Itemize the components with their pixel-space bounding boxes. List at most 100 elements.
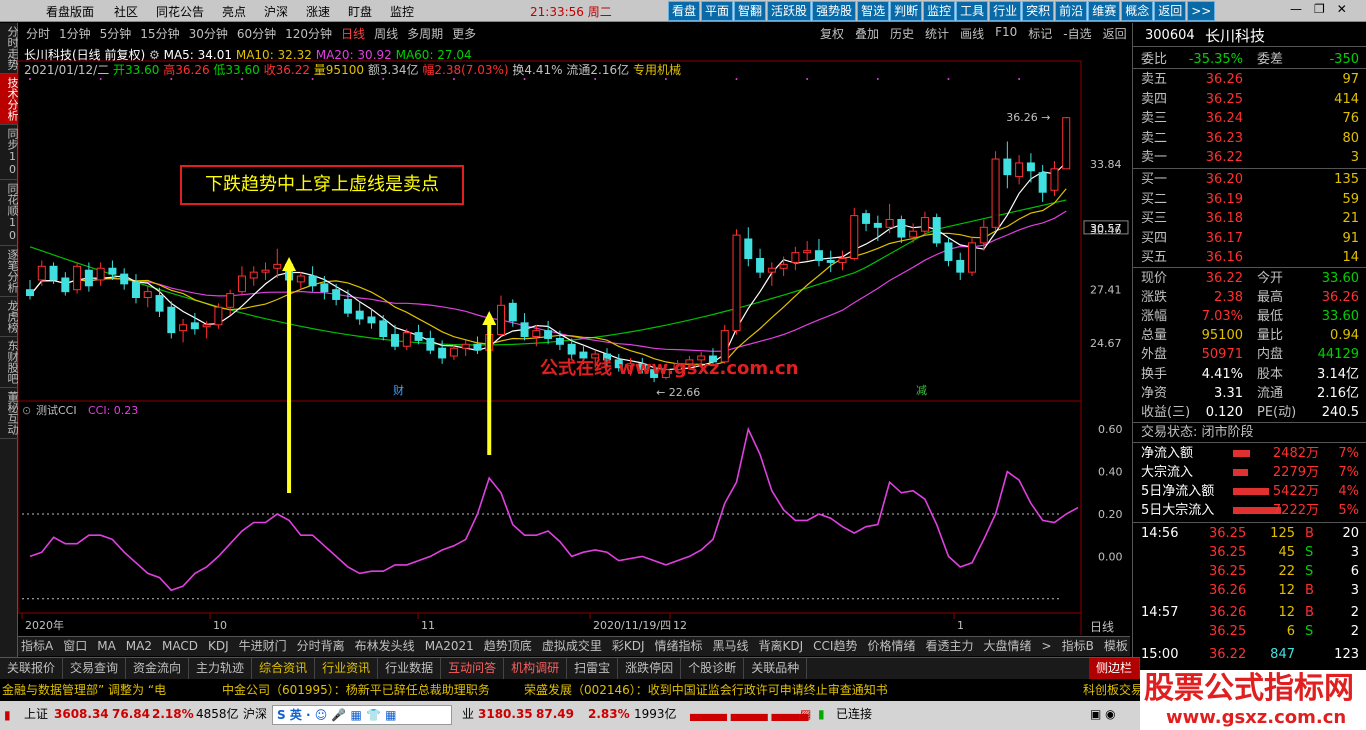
info-tab[interactable]: 涨跌停因	[618, 658, 682, 679]
indicator-tab[interactable]: 窗口	[63, 637, 87, 656]
period-tab[interactable]: 60分钟	[237, 25, 276, 42]
book-row[interactable]: 卖一 36.22 3	[1133, 148, 1366, 167]
period-tab[interactable]: 5分钟	[100, 25, 132, 42]
book-row[interactable]: 买三 36.18 21	[1133, 209, 1366, 228]
indicator-tab[interactable]: KDJ	[208, 637, 229, 656]
news-item[interactable]: 中金公司（601995）：杨新平已辞任总裁助理职务	[222, 680, 490, 700]
indicator-tab[interactable]: 牛进财门	[239, 637, 287, 656]
period-tab[interactable]: 30分钟	[189, 25, 228, 42]
info-tab[interactable]: 个股诊断	[681, 658, 745, 679]
chart-icon[interactable]: ▨	[800, 701, 811, 728]
book-row[interactable]: 买二 36.19 59	[1133, 190, 1366, 209]
book-row[interactable]: 买一 36.20 135	[1133, 170, 1366, 189]
chart-menu-item[interactable]: 统计	[925, 25, 949, 42]
restore-icon[interactable]: ❐	[1314, 2, 1325, 16]
toolbar-button[interactable]: 判断	[890, 1, 923, 21]
chart-menu-item[interactable]: 叠加	[855, 25, 879, 42]
close-icon[interactable]: ✕	[1337, 2, 1347, 16]
ime-toolbar[interactable]: S 英 · ☺ 🎤 ▦ 👕 ▦	[272, 705, 452, 725]
info-tab[interactable]: 机构调研	[504, 658, 568, 679]
left-nav-item[interactable]: 同花顺10	[0, 180, 19, 246]
indicator-tab[interactable]: 虚拟成交里	[542, 637, 602, 656]
toolbar-button[interactable]: 看盘	[668, 1, 701, 21]
indicator-tab[interactable]: MACD	[162, 637, 198, 656]
event-mark[interactable]: 财	[393, 383, 404, 397]
indicator-tab[interactable]: 价格情绪	[867, 637, 915, 656]
chart-menu-item[interactable]: 复权	[820, 25, 844, 42]
chart-menu-item[interactable]: F10	[995, 25, 1017, 42]
news-item[interactable]: 荣盛发展（002146）：收到中国证监会行政许可申请终止审查通知书	[524, 680, 888, 700]
toolbar-button[interactable]: >>	[1187, 1, 1216, 21]
toolbar-button[interactable]: 平面	[701, 1, 734, 21]
menu-item[interactable]: 监控	[390, 3, 414, 20]
chart-menu-item[interactable]: 画线	[960, 25, 984, 42]
menu-item[interactable]: 亮点	[222, 3, 246, 20]
info-tab[interactable]: 行业资讯	[315, 658, 379, 679]
tray-icon[interactable]: ▣ ◉	[1090, 701, 1116, 728]
period-tab[interactable]: 1分钟	[59, 25, 91, 42]
toolbar-button[interactable]: 智翻	[734, 1, 767, 21]
menu-item[interactable]: 沪深	[264, 3, 288, 20]
left-nav-item[interactable]: 技术分析	[0, 74, 19, 125]
period-tab[interactable]: 多周期	[407, 25, 443, 42]
period-tab[interactable]: 日线	[341, 25, 365, 42]
left-nav-item[interactable]: 分时走势	[0, 23, 19, 74]
left-nav-item[interactable]: 龙虎榜	[0, 297, 19, 337]
indicator-tab[interactable]: 彩KDJ	[612, 637, 645, 656]
indicator-tab[interactable]: 趋势顶底	[484, 637, 532, 656]
book-row[interactable]: 买四 36.17 91	[1133, 229, 1366, 248]
indicator-tab[interactable]: 看透主力	[926, 637, 974, 656]
indicator-tab[interactable]: MA	[97, 637, 116, 656]
menu-item[interactable]: 盯盘	[348, 3, 372, 20]
indicator-tab[interactable]: 黑马线	[713, 637, 749, 656]
period-tab[interactable]: 周线	[374, 25, 398, 42]
toolbar-button[interactable]: 强势股	[812, 1, 857, 21]
toolbar-button[interactable]: 智选	[857, 1, 890, 21]
info-tab[interactable]: 主力轨迹	[189, 658, 253, 679]
chart-menu-item[interactable]: -自选	[1063, 25, 1091, 42]
indicator-tab[interactable]: 背离KDJ	[759, 637, 804, 656]
toolbar-button[interactable]: 返回	[1154, 1, 1187, 21]
info-tab[interactable]: 综合资讯	[252, 658, 316, 679]
indicator-tab[interactable]: 模板	[1104, 637, 1128, 656]
news-item[interactable]: 科创板交易	[1083, 680, 1143, 700]
menu-item[interactable]: 涨速	[306, 3, 330, 20]
collapse-icon[interactable]: ⊙	[22, 404, 31, 417]
info-tab[interactable]: 资金流向	[126, 658, 190, 679]
indicator-tab[interactable]: CCI趋势	[813, 637, 857, 656]
left-nav-item[interactable]: 逐笔分析	[0, 246, 19, 297]
info-tab[interactable]: 关联品种	[744, 658, 808, 679]
book-row[interactable]: 卖三 36.24 76	[1133, 109, 1366, 128]
toolbar-button[interactable]: 行业	[989, 1, 1022, 21]
period-tab[interactable]: 分时	[26, 25, 50, 42]
info-tab[interactable]: 扫雷宝	[567, 658, 619, 679]
menu-item[interactable]: 社区	[114, 3, 138, 20]
info-tab[interactable]: 交易查询	[63, 658, 127, 679]
sz-label[interactable]: 沪深	[243, 701, 267, 728]
chart-menu-item[interactable]: 历史	[890, 25, 914, 42]
book-row[interactable]: 卖四 36.25 414	[1133, 90, 1366, 109]
book-row[interactable]: 买五 36.16 14	[1133, 248, 1366, 267]
period-tab[interactable]: 15分钟	[140, 25, 179, 42]
info-tab[interactable]: 行业数据	[378, 658, 442, 679]
book-row[interactable]: 卖五 36.26 97	[1133, 70, 1366, 89]
indicator-tab[interactable]: 布林发头线	[355, 637, 415, 656]
chart-menu-item[interactable]: 返回	[1103, 25, 1127, 42]
toolbar-button[interactable]: 前沿	[1055, 1, 1088, 21]
minimize-icon[interactable]: —	[1290, 2, 1302, 16]
toolbar-button[interactable]: 活跃股	[767, 1, 812, 21]
indicator-tab[interactable]: 指标A	[21, 637, 53, 656]
toolbar-button[interactable]: 突积	[1022, 1, 1055, 21]
indicator-tab[interactable]: 情绪指标	[654, 637, 702, 656]
indicator-tab[interactable]: 指标B	[1062, 637, 1094, 656]
info-tab[interactable]: 关联报价	[0, 658, 64, 679]
indicator-tab[interactable]: 分时背离	[297, 637, 345, 656]
indicator-tab[interactable]: MA2021	[425, 637, 474, 656]
book-row[interactable]: 卖二 36.23 80	[1133, 129, 1366, 148]
left-nav-item[interactable]: 董秘互动	[0, 388, 19, 439]
menu-item[interactable]: 同花公告	[156, 3, 204, 20]
left-nav-item[interactable]: 同步10	[0, 125, 19, 180]
indicator-tab[interactable]: 大盘情绪	[984, 637, 1032, 656]
toolbar-button[interactable]: 监控	[923, 1, 956, 21]
kline-chart[interactable]: 33.8430.5730.4627.4124.6736.26 →← 22.66财…	[18, 23, 1130, 636]
